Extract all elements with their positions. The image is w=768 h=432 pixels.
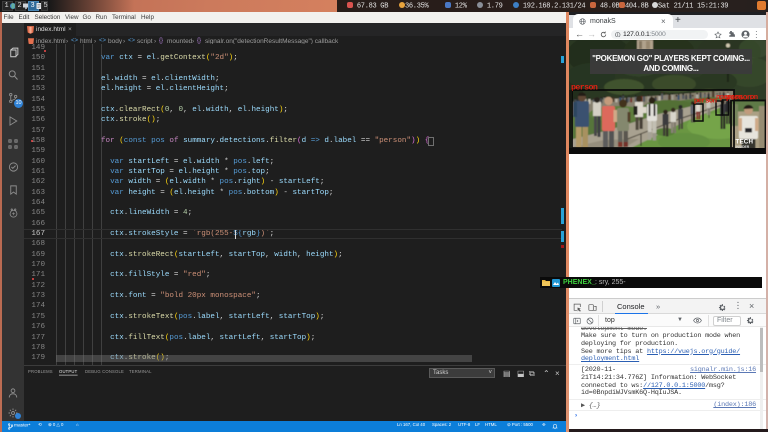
svg-text:AND COMING...: AND COMING... <box>643 64 698 73</box>
svg-text:person: person <box>726 94 752 103</box>
svg-text:person: person <box>694 98 717 106</box>
svg-text:"POKEMON GO" PLAYERS KEPT COMI: "POKEMON GO" PLAYERS KEPT COMING... <box>592 54 750 63</box>
svg-text:on: on <box>750 94 758 102</box>
svg-text:person: person <box>571 84 598 93</box>
